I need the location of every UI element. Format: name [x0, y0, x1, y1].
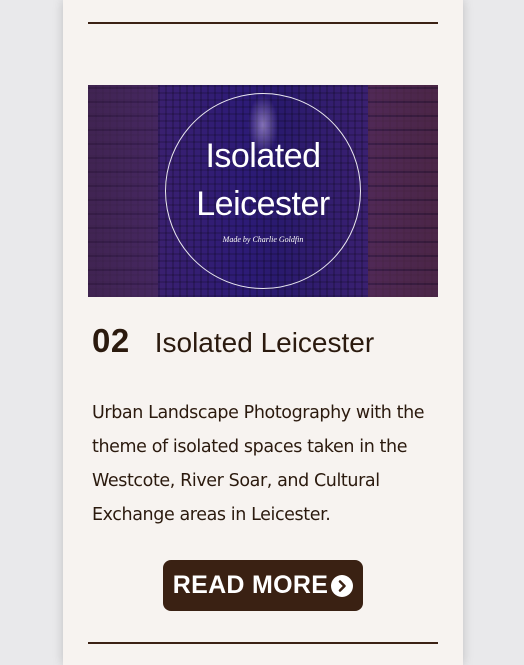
- read-more-button[interactable]: READ MORE: [163, 560, 363, 611]
- project-card: Isolated Leicester Made by Charlie Goldf…: [63, 0, 463, 665]
- project-heading: 02 Isolated Leicester: [92, 322, 374, 366]
- top-divider: [88, 22, 438, 24]
- read-more-label: READ MORE: [172, 571, 329, 599]
- logo-text-line2: Leicester: [196, 185, 330, 223]
- chevron-right-circle-icon: [331, 574, 354, 597]
- project-image[interactable]: Isolated Leicester Made by Charlie Goldf…: [88, 85, 438, 297]
- project-description: Urban Landscape Photography with the the…: [92, 403, 425, 525]
- logo-text-line1: Isolated: [205, 137, 321, 175]
- logo-byline: Made by Charlie Goldfin: [222, 235, 304, 244]
- project-title: Isolated Leicester: [154, 327, 375, 358]
- project-number: 02: [92, 322, 130, 359]
- bottom-divider: [88, 642, 438, 644]
